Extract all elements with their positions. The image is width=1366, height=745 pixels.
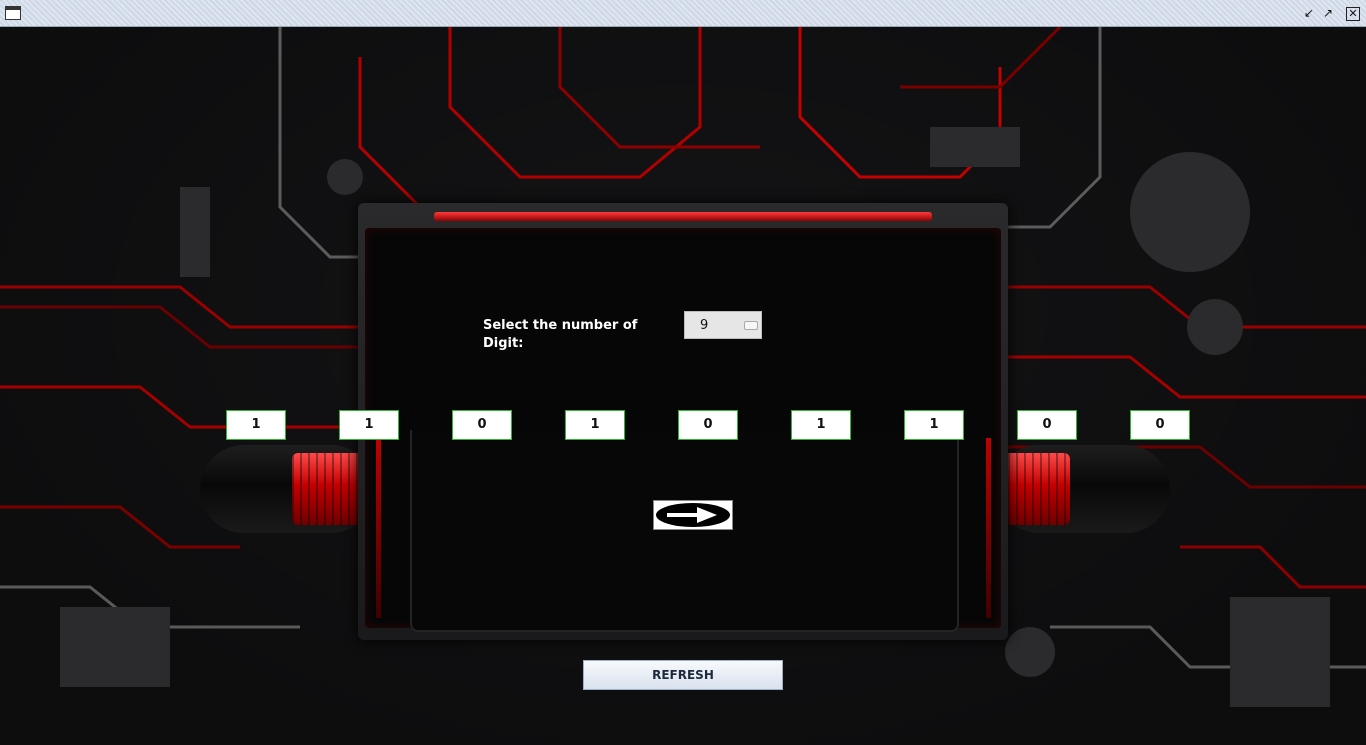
digit-field-6[interactable]: 1 [791,410,851,440]
maximize-icon[interactable]: ↗ [1321,7,1335,21]
panel-lower-section [410,430,959,632]
window-title-bar: ↙ ↗ ✕ [0,0,1366,27]
right-arrow-icon [656,503,730,527]
digit-field-4[interactable]: 1 [565,410,625,440]
minimize-icon[interactable]: ↙ [1302,7,1316,21]
panel-top-accent [434,212,932,221]
digit-field-7[interactable]: 1 [904,410,964,440]
right-connector-capsule [995,445,1170,533]
digit-field-5[interactable]: 0 [678,410,738,440]
panel-red-edge-left [376,438,381,618]
app-window-icon [5,6,21,20]
digit-count-label: Select the number of Digit: [483,318,638,351]
dropdown-toggle-icon[interactable] [744,321,758,330]
close-icon[interactable]: ✕ [1346,7,1360,21]
digit-field-3[interactable]: 0 [452,410,512,440]
digit-count-select[interactable]: 9 [684,311,762,339]
left-connector-capsule [200,445,375,533]
digit-field-2[interactable]: 1 [339,410,399,440]
digit-count-value: 9 [700,318,709,333]
digit-field-1[interactable]: 1 [226,410,286,440]
panel-red-edge-right [986,438,991,618]
digit-field-9[interactable]: 0 [1130,410,1190,440]
digit-field-8[interactable]: 0 [1017,410,1077,440]
refresh-button[interactable]: REFRESH [583,660,783,690]
next-arrow-button[interactable] [653,500,733,530]
